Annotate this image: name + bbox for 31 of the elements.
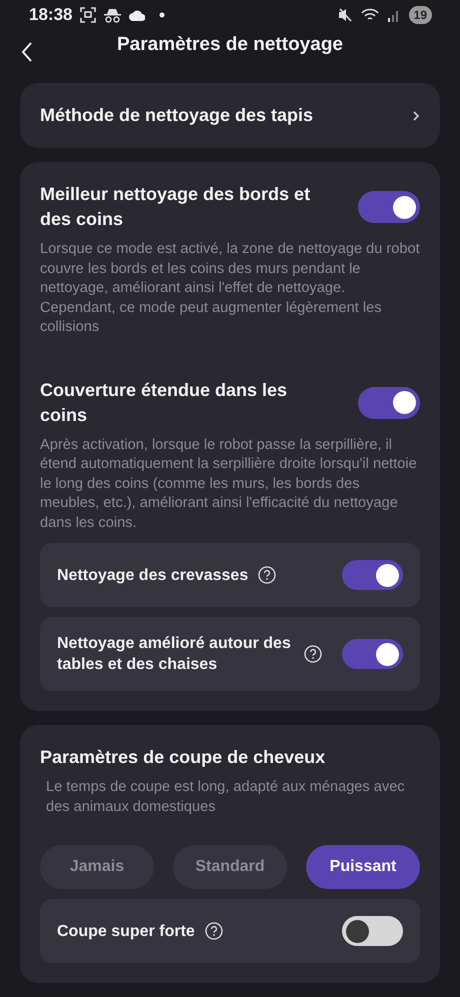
setting-label: Coupe super forte [57,922,195,942]
toggle-switch[interactable] [342,560,403,590]
battery-level: 19 [408,6,432,24]
toggle-switch[interactable] [342,916,403,946]
setting-title: Meilleur nettoyage des bords et des coins [40,183,312,231]
toggle-switch[interactable] [358,191,420,223]
signal-icon [386,8,401,22]
screenshot-icon [80,7,96,24]
section-title: Paramètres de coupe de cheveux [40,747,326,767]
mute-icon [338,8,353,22]
setting-title: Couverture étendue dans les coins [40,378,288,426]
mode-option[interactable]: Jamais [40,845,154,889]
chevron-right-icon [412,110,420,122]
status-time: 18:38 [29,5,72,26]
setting-label: Nettoyage des crevasses [57,566,248,586]
section-description: Le temps de coupe est long, adapté aux ménages avec des animaux domestiques [45,778,406,816]
mode-option[interactable]: Standard [173,845,287,889]
toggle-switch[interactable] [358,386,420,418]
page-title: Paramètres de nettoyage [117,34,343,56]
help-icon[interactable] [258,566,276,584]
incognito-icon [104,8,122,23]
dot-icon [159,12,166,18]
mode-option[interactable]: Puissant [306,845,420,889]
setting-description: Après activation, lorsque le robot passe la serpillière, il étend automatiquement la serpillière droite lorsqu'il nettoie le long des coins (comme les murs, les bords des meubles, etc.), améliorant ainsi l'efficacité du nettoyage dans les coins. [40,436,418,532]
help-icon[interactable] [304,645,322,663]
help-icon[interactable] [204,922,223,940]
cloud-icon [129,10,146,21]
wifi-icon [360,8,379,22]
toggle-switch[interactable] [342,639,403,669]
setting-label: Nettoyage amélioré autour des tables et des chaises [57,634,292,675]
setting-description: Lorsque ce mode est activé, la zone de nettoyage du robot couvre les bords et les coins des murs pendant le nettoyage, améliorant ainsi l'effet de nettoyage. Cependant, ce mode peut augmenter légèrement les collisions [40,240,420,337]
